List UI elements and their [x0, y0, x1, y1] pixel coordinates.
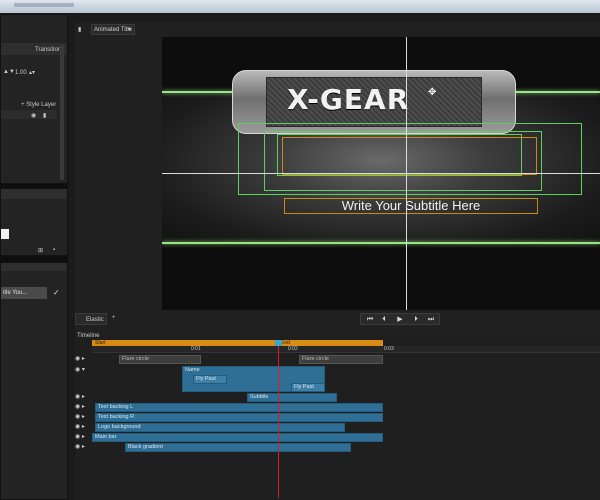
list-item-label: itle You...	[3, 290, 28, 296]
ruler-label: 0:03	[384, 346, 394, 352]
eye-icon[interactable]: ◉	[31, 112, 36, 119]
skip-end-icon[interactable]: ⏭	[426, 315, 436, 324]
clip-text-backing-l[interactable]: Text backing L	[95, 403, 383, 412]
viewer-tab-elastic[interactable]: Elastic	[75, 313, 107, 325]
clip-subtitle[interactable]: Subtitle	[247, 393, 337, 402]
preview-canvas[interactable]: X-GEAR Write Your Subtitle Here ✥	[162, 37, 600, 310]
stepper-icon[interactable]: ▴▾	[29, 69, 35, 76]
main-title-text[interactable]: X-GEAR	[287, 83, 487, 116]
track-controls[interactable]: ◉ ▸	[75, 433, 92, 442]
track-controls[interactable]: ◉ ▸	[75, 393, 92, 402]
playhead-handle[interactable]	[275, 340, 282, 346]
timeline-ruler[interactable]	[92, 346, 600, 353]
title-bounding-box[interactable]	[282, 137, 537, 175]
play-icon[interactable]: ▶	[395, 315, 405, 324]
delete-icon[interactable]: ▪	[53, 247, 55, 253]
skip-start-icon[interactable]: ⏮	[365, 315, 375, 324]
step-back-icon[interactable]: ⏴	[379, 315, 389, 324]
track-controls[interactable]: ◉ ▸	[75, 413, 92, 422]
window-title-bar	[0, 0, 600, 13]
size-stepper-icon[interactable]: ▲▼	[3, 69, 15, 75]
add-tab-button[interactable]: +	[112, 315, 116, 321]
lock-icon[interactable]: ▮	[78, 26, 81, 33]
subtitle-text[interactable]: Write Your Subtitle Here	[284, 198, 538, 214]
add-icon[interactable]: ⊞	[38, 247, 43, 254]
clip-flare-circle-2[interactable]: Flare circle	[299, 355, 383, 364]
viewer-tab-label: Elastic	[86, 317, 104, 323]
ruler-label: 0:01	[191, 346, 201, 352]
bottom-green-line	[162, 242, 600, 244]
clip-fly-past-2[interactable]: Fly Past	[291, 383, 325, 392]
left-panel-list: itle You... ✓	[0, 262, 68, 500]
track-controls[interactable]: ◉ ▸	[75, 443, 92, 452]
layers-tab-label: Animated Title	[94, 27, 133, 33]
style-layer-dropdown[interactable]: + Style Layer	[21, 102, 56, 108]
check-icon[interactable]: ✓	[53, 288, 60, 297]
clip-flare-circle-1[interactable]: Flare circle	[119, 355, 201, 364]
list-item[interactable]: itle You...	[1, 287, 47, 299]
style-layer-row[interactable]	[1, 110, 57, 119]
step-forward-icon[interactable]: ⏵	[411, 315, 421, 324]
ruler-label: 0:02	[288, 346, 298, 352]
scrollbar[interactable]	[60, 45, 64, 180]
track-controls[interactable]: ◉ ▸	[75, 423, 92, 432]
track-controls[interactable]: ◉ ▸	[75, 403, 92, 412]
timeline-panel: Timeline Start End 0:01 0:02 0:03 ◉ ▸ Fl…	[75, 332, 600, 500]
track-controls[interactable]: ◉ ▸	[75, 355, 92, 364]
move-cursor-icon: ✥	[428, 87, 437, 98]
crosshair-horizontal	[162, 173, 600, 174]
left-panel-assets: ⊞ ▪	[0, 188, 68, 256]
size-value[interactable]: 1.00	[15, 70, 27, 76]
clip-text-backing-r[interactable]: Text backing R	[95, 413, 383, 422]
chevron-down-icon[interactable]: ▾	[128, 26, 131, 33]
clip-logo-background[interactable]: Logo background	[95, 423, 345, 432]
left-panel-properties: Transitions 1.00 ▲▼ ▴▾ + Style Layer ◉ ▮	[0, 14, 68, 184]
clip-black-gradient[interactable]: Black gradient	[125, 443, 351, 452]
clip-fly-past-1[interactable]: Fly Past	[193, 375, 227, 384]
layers-tab[interactable]: Animated Title ▾	[91, 24, 135, 35]
color-swatch[interactable]	[1, 229, 9, 239]
playhead[interactable]	[278, 340, 279, 498]
track-controls[interactable]: ◉ ▾	[75, 366, 92, 375]
lock-icon[interactable]: ▮	[43, 112, 46, 119]
clip-main-bar[interactable]: Main bar	[92, 433, 383, 442]
transport-controls: ⏮ ⏴ ▶ ⏵ ⏭	[360, 313, 440, 325]
timeline-header: Timeline	[77, 333, 100, 339]
